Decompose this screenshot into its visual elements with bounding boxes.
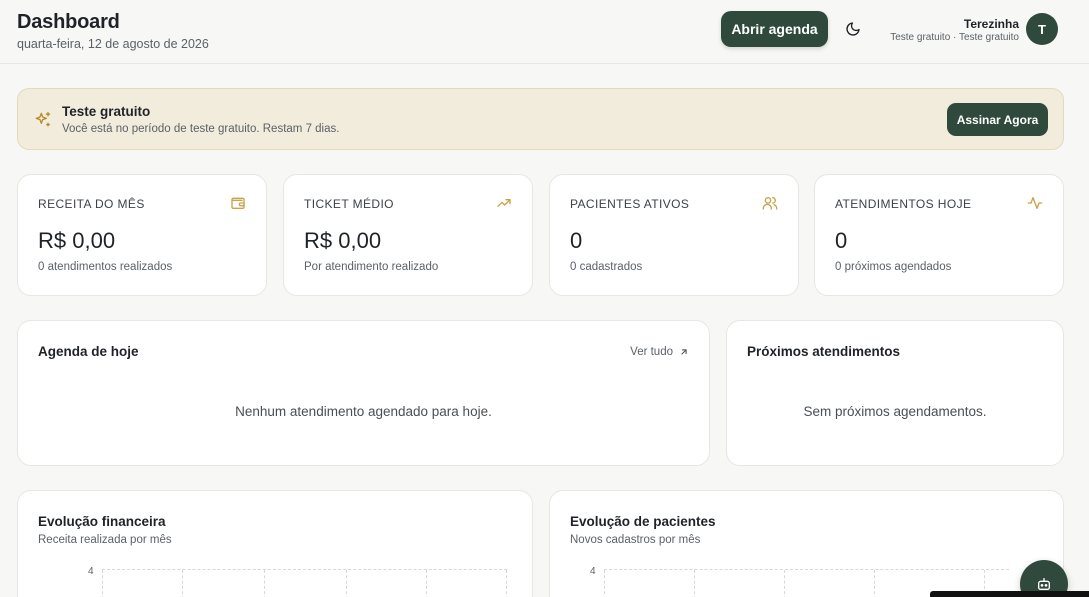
subscribe-button[interactable]: Assinar Agora (947, 103, 1048, 136)
user-name[interactable]: Terezinha (964, 17, 1019, 31)
stat-card-atendimentos: ATENDIMENTOS HOJE 0 0 próximos agendados (814, 174, 1064, 296)
see-all-link[interactable]: Ver tudo (630, 346, 689, 358)
financial-evolution-card: Evolução financeira Receita realizada po… (17, 490, 533, 597)
stat-sub: Por atendimento realizado (304, 261, 439, 273)
stat-sub: 0 próximos agendados (835, 261, 952, 273)
avatar[interactable]: T (1026, 13, 1058, 45)
user-plan: Teste gratuito · Teste gratuito (890, 32, 1019, 43)
stat-value: 0 (570, 228, 583, 253)
top-header: Dashboard quarta-feira, 12 de agosto de … (0, 0, 1089, 64)
section-title: Evolução de pacientes (570, 514, 716, 529)
stat-card-ticket: TICKET MÉDIO R$ 0,00 Por atendimento rea… (283, 174, 533, 296)
section-title: Evolução financeira (38, 514, 166, 529)
theme-toggle-button[interactable] (841, 17, 865, 41)
tooltip-bar (930, 591, 1089, 597)
activity-icon (1027, 197, 1043, 209)
stat-card-pacientes: PACIENTES ATIVOS 0 0 cadastrados (549, 174, 799, 296)
open-agenda-button[interactable]: Abrir agenda (721, 11, 828, 47)
stat-label: TICKET MÉDIO (304, 197, 394, 211)
page-title: Dashboard (17, 11, 120, 33)
upcoming-appointments-card: Próximos atendimentos Sem próximos agend… (726, 320, 1064, 466)
grid-line (102, 570, 103, 597)
y-tick-label: 4 (590, 566, 596, 577)
stat-card-receita: RECEITA DO MÊS R$ 0,00 0 atendimentos re… (17, 174, 267, 296)
stat-value: 0 (835, 228, 848, 253)
trial-banner: Teste gratuito Você está no período de t… (17, 88, 1064, 150)
y-tick-label: 4 (88, 566, 94, 577)
stat-sub: 0 atendimentos realizados (38, 261, 173, 273)
page-date: quarta-feira, 12 de agosto de 2026 (17, 37, 209, 51)
see-all-label: Ver tudo (630, 346, 673, 358)
grid-line (604, 570, 605, 597)
grid-line (784, 570, 785, 597)
chart-grid (102, 569, 507, 597)
trending-up-icon (497, 199, 511, 207)
patients-evolution-card: Evolução de pacientes Novos cadastros po… (549, 490, 1064, 597)
section-title: Próximos atendimentos (747, 344, 901, 359)
wallet-icon (231, 197, 245, 209)
grid-line (426, 570, 427, 597)
stat-value: R$ 0,00 (38, 228, 116, 253)
grid-line (694, 570, 695, 597)
stat-label: ATENDIMENTOS HOJE (835, 197, 972, 211)
empty-state: Sem próximos agendamentos. (803, 404, 987, 419)
agenda-today-card: Agenda de hoje Ver tudo Nenhum atendimen… (17, 320, 710, 466)
grid-line (506, 570, 507, 597)
stat-label: PACIENTES ATIVOS (570, 197, 690, 211)
grid-line (346, 570, 347, 597)
section-title: Agenda de hoje (38, 344, 139, 359)
stat-value: R$ 0,00 (304, 228, 382, 253)
empty-state: Nenhum atendimento agendado para hoje. (235, 404, 492, 419)
trial-text: Você está no período de teste gratuito. … (62, 123, 340, 135)
grid-line (874, 570, 875, 597)
section-subtitle: Novos cadastros por mês (570, 534, 701, 546)
stat-label: RECEITA DO MÊS (38, 197, 145, 211)
grid-line (182, 570, 183, 597)
section-subtitle: Receita realizada por mês (38, 534, 172, 546)
arrow-up-right-icon (681, 349, 687, 355)
users-icon (762, 197, 778, 210)
sparkles-icon (35, 111, 51, 127)
bot-icon (1038, 578, 1050, 590)
stat-sub: 0 cadastrados (570, 261, 643, 273)
trial-title: Teste gratuito (62, 104, 151, 119)
moon-icon (846, 22, 860, 36)
grid-line (264, 570, 265, 597)
